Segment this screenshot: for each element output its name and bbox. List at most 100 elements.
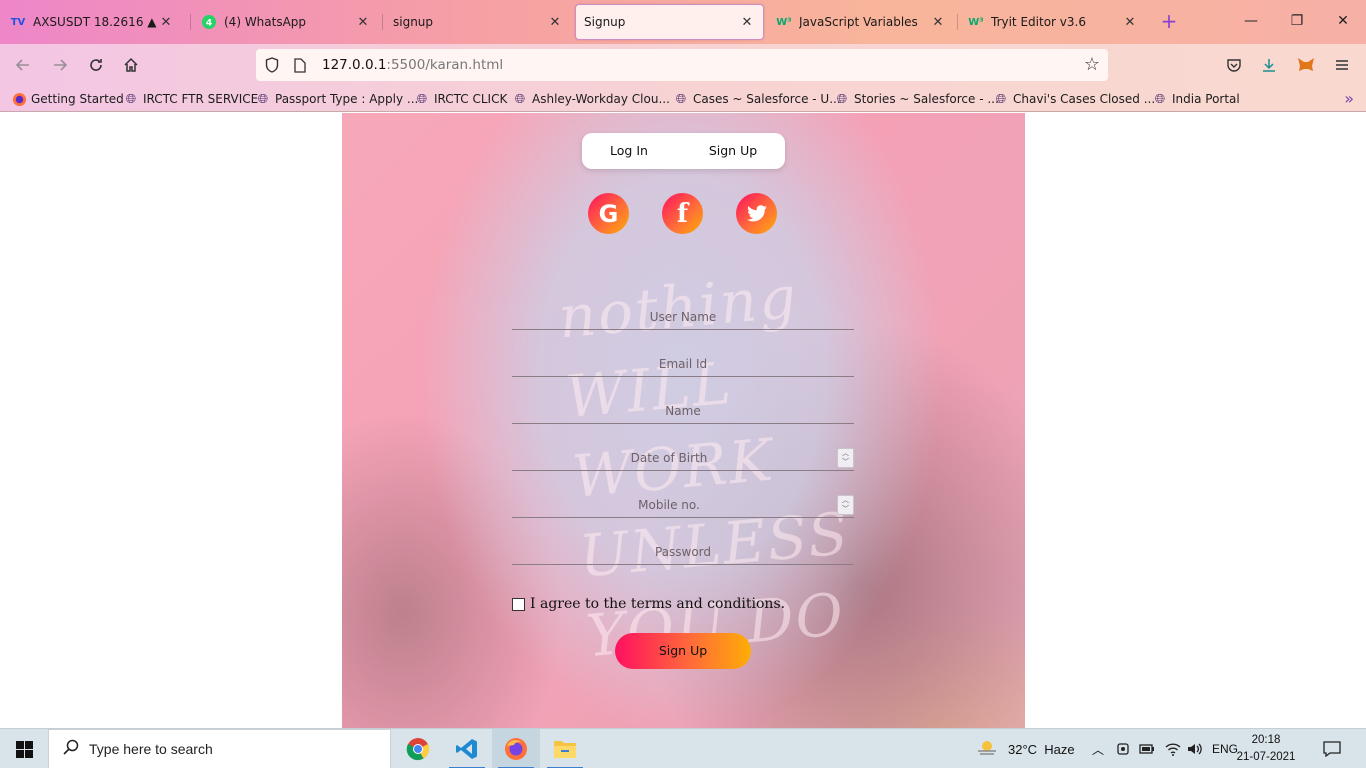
show-hidden-icons-button[interactable]: ︿ [1092,729,1104,768]
pocket-icon [1227,59,1241,72]
home-icon [124,57,138,72]
bookmark-label: IRCTC FTR SERVICE [143,92,259,106]
battery-button[interactable] [1139,729,1155,768]
globe-icon: 🌐︎ [257,91,269,107]
close-icon[interactable]: ✕ [355,15,371,30]
meet-now-icon [1117,743,1129,755]
dob-input[interactable] [512,447,854,469]
bookmark-star-icon[interactable]: ☆ [1082,55,1102,75]
spin-up-icon[interactable]: ︿ [838,496,853,505]
downloads-button[interactable] [1257,53,1281,77]
wifi-icon [1165,743,1181,756]
tab-whatsapp[interactable]: 4 (4) WhatsApp ✕ [193,4,379,40]
bookmark-label: India Portal [1172,92,1240,106]
tab-js-variables[interactable]: W³ JavaScript Variables ✕ [768,4,954,40]
globe-icon: 🌐︎ [995,91,1007,107]
login-toggle-button[interactable]: Log In [584,133,674,169]
bookmark-getting-started[interactable]: Getting Started [11,90,124,108]
forward-button[interactable] [48,53,72,77]
network-button[interactable] [1164,729,1182,768]
spin-down-icon[interactable]: ﹀ [838,458,853,467]
signup-toggle-button[interactable]: Sign Up [688,133,778,169]
metamask-extension-button[interactable] [1294,53,1318,77]
tab-signup-active[interactable]: Signup ✕ [575,4,764,40]
bookmark-india-portal[interactable]: 🌐︎ India Portal [1152,90,1240,108]
close-window-button[interactable]: ✕ [1332,10,1354,32]
start-button[interactable] [0,729,48,768]
tab-signup-lower[interactable]: signup ✕ [385,4,571,40]
shield-icon[interactable] [264,57,280,73]
home-button[interactable] [119,53,143,77]
bookmark-label: Ashley-Workday Clou... [532,92,670,106]
chrome-icon [406,738,430,761]
name-input[interactable] [512,400,854,422]
tab-tryit-editor[interactable]: W³ Tryit Editor v3.6 ✕ [960,4,1146,40]
facebook-login-button[interactable]: f [662,193,703,234]
tab-label: JavaScript Variables [799,15,918,29]
bookmark-label: IRCTC CLICK [434,92,508,106]
windows-taskbar: Type here to search 32°C Haze ︿ ENG 20:1… [0,728,1366,768]
minimize-button[interactable]: — [1240,10,1262,32]
tab-axsusdt[interactable]: TV AXSUSDT 18.2616 ▲ +21.6 ✕ [2,4,182,40]
taskbar-firefox[interactable] [492,729,540,768]
taskbar-file-explorer[interactable] [541,729,589,768]
taskbar-search[interactable]: Type here to search [48,729,391,768]
close-icon[interactable]: ✕ [158,15,174,30]
firefox-icon [505,738,527,760]
bookmark-chavi-cases[interactable]: 🌐︎ Chavi's Cases Closed ... [993,90,1155,108]
globe-icon: 🌐︎ [416,91,428,107]
bookmark-stories-salesforce[interactable]: 🌐︎ Stories ~ Salesforce - ... [834,90,999,108]
mobile-input[interactable] [512,494,854,516]
signup-card: nothing WILL WORK UNLESS YOU DO Log In S… [342,113,1025,728]
dob-spinner[interactable]: ︿ ﹀ [837,448,854,468]
bookmark-passport[interactable]: 🌐︎ Passport Type : Apply ... [255,90,419,108]
url-text[interactable]: 127.0.0.1:5500/karan.html [322,57,503,73]
menu-button[interactable] [1330,53,1354,77]
back-button[interactable] [11,53,35,77]
clock[interactable]: 20:18 21-07-2021 [1228,732,1304,766]
more-bookmarks-chevron-icon[interactable]: » [1344,89,1354,108]
email-field [512,353,854,377]
close-icon[interactable]: ✕ [739,15,755,30]
spin-up-icon[interactable]: ︿ [838,449,853,458]
bookmark-irctc-click[interactable]: 🌐︎ IRCTC CLICK [414,90,508,108]
mobile-spinner[interactable]: ︿ ﹀ [837,495,854,515]
signup-submit-button[interactable]: Sign Up [615,633,751,669]
pocket-button[interactable] [1222,53,1246,77]
bookmark-irctc-ftr[interactable]: 🌐︎ IRCTC FTR SERVICE [123,90,258,108]
new-tab-button[interactable]: + [1158,10,1180,32]
login-signup-toggle: Log In Sign Up [582,133,785,169]
page-viewport: nothing WILL WORK UNLESS YOU DO Log In S… [0,113,1366,728]
spin-down-icon[interactable]: ﹀ [838,505,853,514]
close-icon[interactable]: ✕ [547,15,563,30]
google-login-button[interactable]: G [588,193,629,234]
taskbar-chrome[interactable] [394,729,442,768]
download-icon [1263,59,1275,72]
username-input[interactable] [512,306,854,328]
w3schools-icon: W³ [776,16,792,28]
restore-button[interactable]: ❐ [1286,10,1308,32]
tab-divider [190,14,191,30]
meet-now-button[interactable] [1116,729,1132,768]
search-icon [63,739,83,759]
reload-button[interactable] [84,53,108,77]
email-input[interactable] [512,353,854,375]
bookmark-ashley-workday[interactable]: 🌐︎ Ashley-Workday Clou... [512,90,670,108]
terms-checkbox[interactable] [512,597,525,611]
notifications-button[interactable] [1323,729,1341,768]
twitter-login-button[interactable] [736,193,777,234]
password-input[interactable] [512,541,854,563]
globe-icon: 🌐︎ [675,91,687,107]
weather-widget[interactable]: 32°C Haze [976,729,1075,768]
page-icon[interactable] [292,57,308,73]
volume-button[interactable] [1186,729,1204,768]
bookmark-cases-salesforce[interactable]: 🌐︎ Cases ~ Salesforce - U... [673,90,841,108]
close-icon[interactable]: ✕ [1122,15,1138,30]
tab-label: Signup [584,15,626,29]
taskbar-vscode[interactable] [443,729,491,768]
address-bar[interactable]: 127.0.0.1:5500/karan.html ☆ [256,49,1108,81]
navigation-toolbar: 127.0.0.1:5500/karan.html ☆ [0,44,1366,86]
folder-icon [554,741,576,758]
close-icon[interactable]: ✕ [930,15,946,30]
bookmark-label: Stories ~ Salesforce - ... [854,92,999,106]
